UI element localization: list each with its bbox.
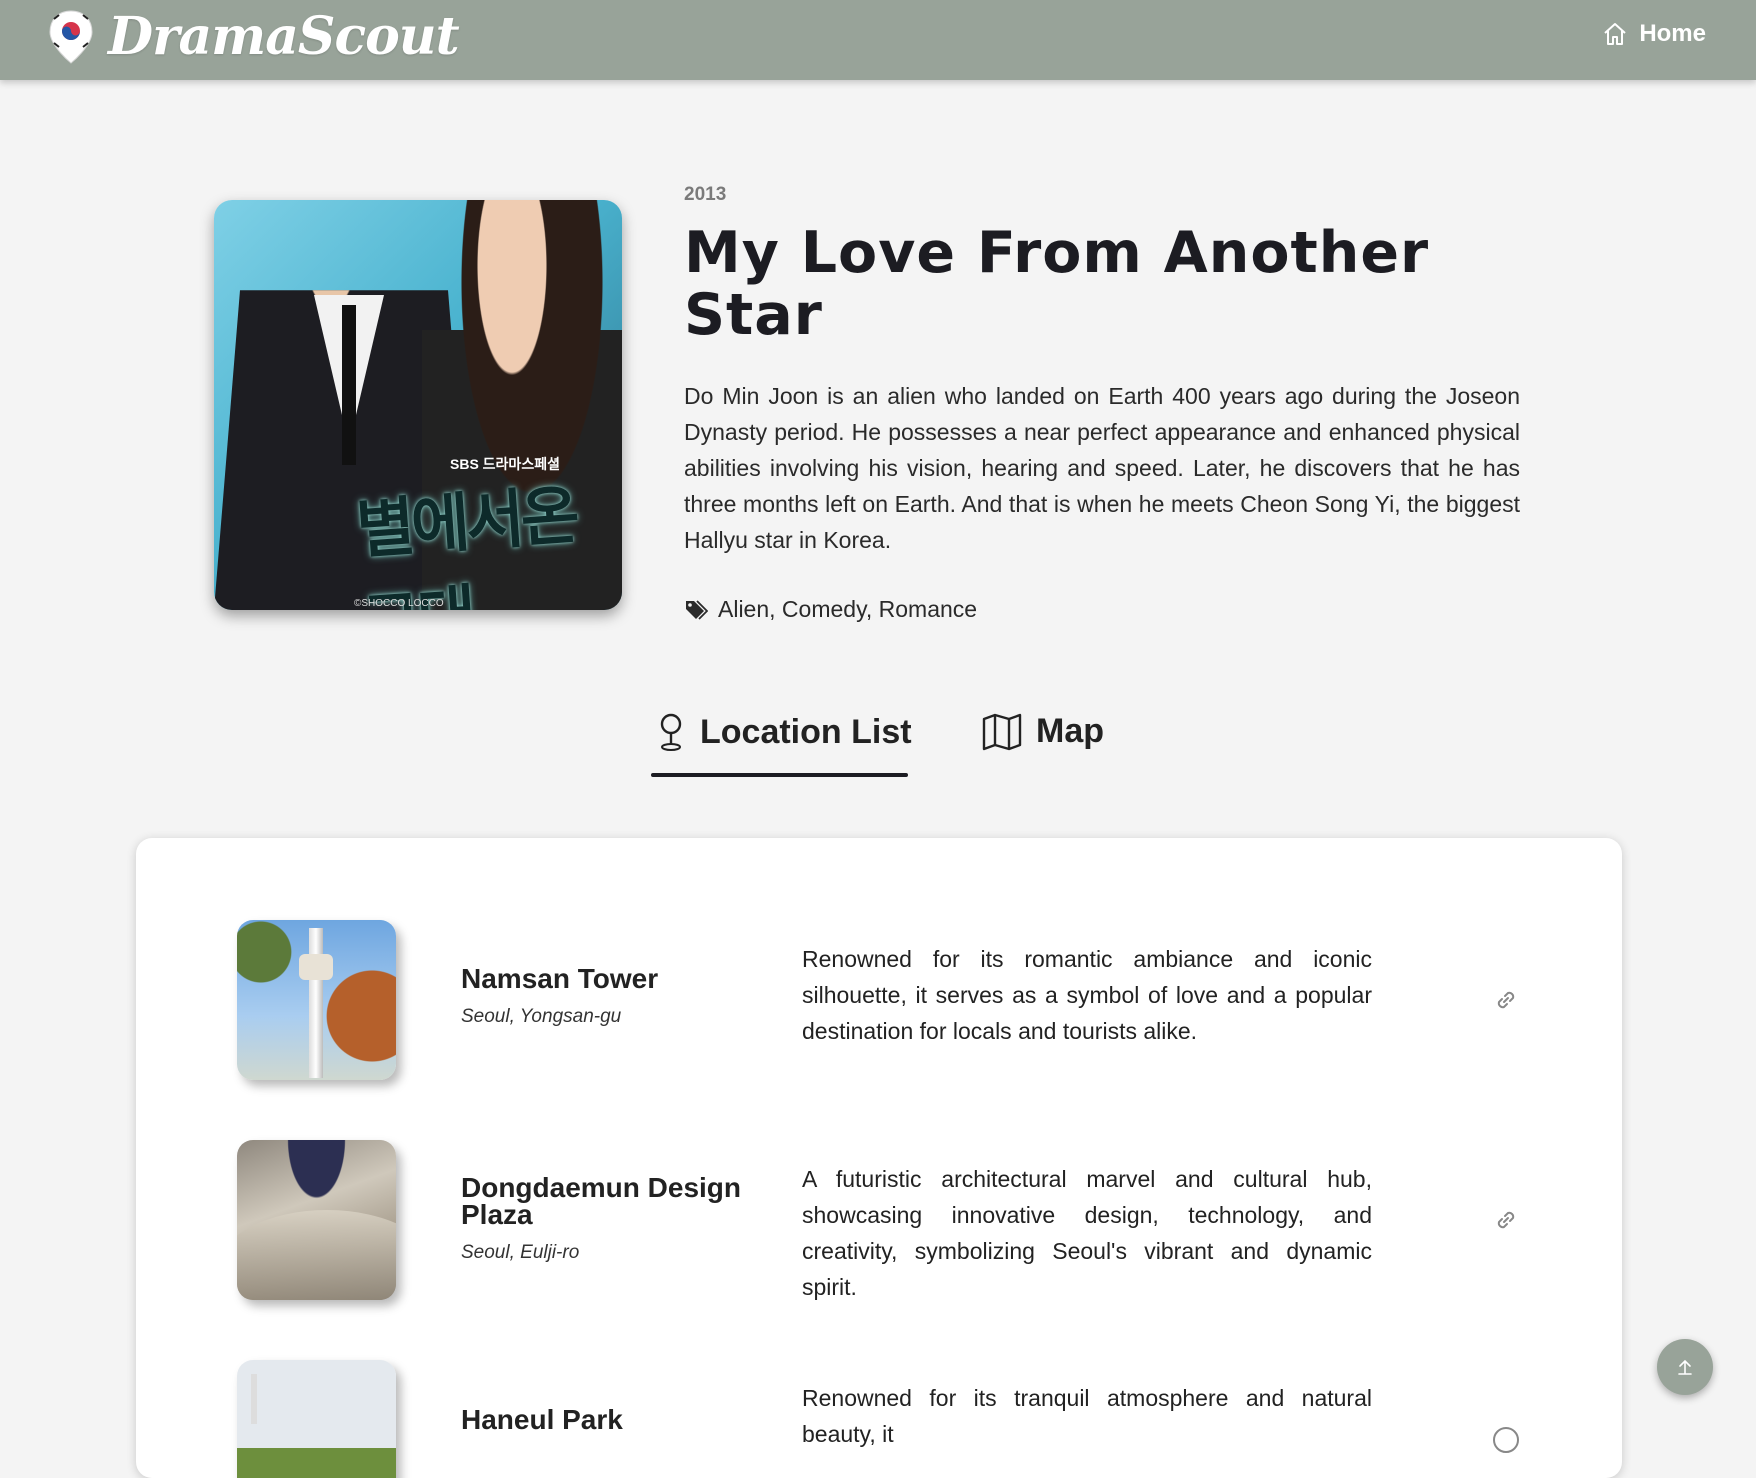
location-row[interactable]: Haneul Park Renowned for its tranquil at… — [136, 1360, 1622, 1478]
tab-location-list[interactable]: Location List — [656, 712, 912, 752]
map-pin-icon — [660, 713, 682, 751]
link-icon[interactable] — [1492, 986, 1520, 1014]
location-thumbnail[interactable] — [237, 1140, 396, 1300]
link-icon[interactable] — [1492, 1426, 1520, 1454]
location-description: Renowned for its tranquil atmosphere and… — [802, 1385, 1372, 1447]
home-link[interactable]: Home — [1601, 20, 1706, 48]
tab-map[interactable]: Map — [982, 712, 1104, 751]
drama-title: My Love From Another Star — [684, 220, 1430, 348]
logo-text: DramaScout — [108, 6, 460, 67]
drama-year: 2013 — [684, 184, 727, 205]
tower-observatory-shape — [299, 954, 333, 980]
tab-location-list-label: Location List — [700, 712, 912, 751]
genres-text: Alien, Comedy, Romance — [718, 596, 978, 622]
park-post-shape — [251, 1374, 257, 1424]
location-row[interactable]: Namsan Tower Seoul, Yongsan-gu Renowned … — [136, 920, 1622, 1090]
location-name: Dongdaemun Design Plaza — [461, 1172, 742, 1230]
active-tab-indicator — [651, 773, 908, 777]
home-label: Home — [1639, 20, 1706, 47]
drama-genres: Alien, Comedy, Romance — [684, 596, 977, 623]
location-thumbnail[interactable] — [237, 1360, 396, 1478]
location-name: Haneul Park — [461, 1404, 623, 1435]
drama-poster: SBS 드라마스페셜 별에서온 그대 ©SHOCCO LOCCO — [214, 200, 622, 610]
tag-icon — [686, 599, 708, 620]
location-list-card: Namsan Tower Seoul, Yongsan-gu Renowned … — [136, 838, 1622, 1478]
location-description: Renowned for its romantic ambiance and i… — [802, 946, 1372, 1044]
korean-flag-pin-icon — [48, 9, 94, 65]
tab-map-label: Map — [1036, 712, 1104, 750]
home-icon — [1604, 23, 1626, 45]
folded-map-icon — [982, 713, 1022, 750]
poster-credit: ©SHOCCO LOCCO — [354, 598, 444, 609]
building-curve-shape — [237, 1210, 396, 1300]
logo[interactable]: DramaScout — [48, 6, 460, 67]
tower-shape — [309, 928, 323, 1078]
back-to-top-button[interactable] — [1657, 1339, 1713, 1395]
location-name: Namsan Tower — [461, 963, 659, 994]
poster-korean-title: 별에서온 그대 — [353, 478, 579, 610]
arrow-up-icon — [1678, 1359, 1692, 1375]
location-area: Seoul, Yongsan-gu — [461, 1006, 622, 1027]
link-icon[interactable] — [1492, 1206, 1520, 1234]
poster-tie — [342, 305, 356, 465]
location-area: Seoul, Eulji-ro — [461, 1242, 580, 1263]
location-thumbnail[interactable] — [237, 920, 396, 1080]
location-row[interactable]: Dongdaemun Design Plaza Seoul, Eulji-ro … — [136, 1140, 1622, 1310]
location-description: A futuristic architectural marvel and cu… — [802, 1166, 1372, 1300]
drama-synopsis: Do Min Joon is an alien who landed on Ea… — [684, 383, 1520, 553]
top-navigation-bar: DramaScout Home — [0, 0, 1756, 80]
